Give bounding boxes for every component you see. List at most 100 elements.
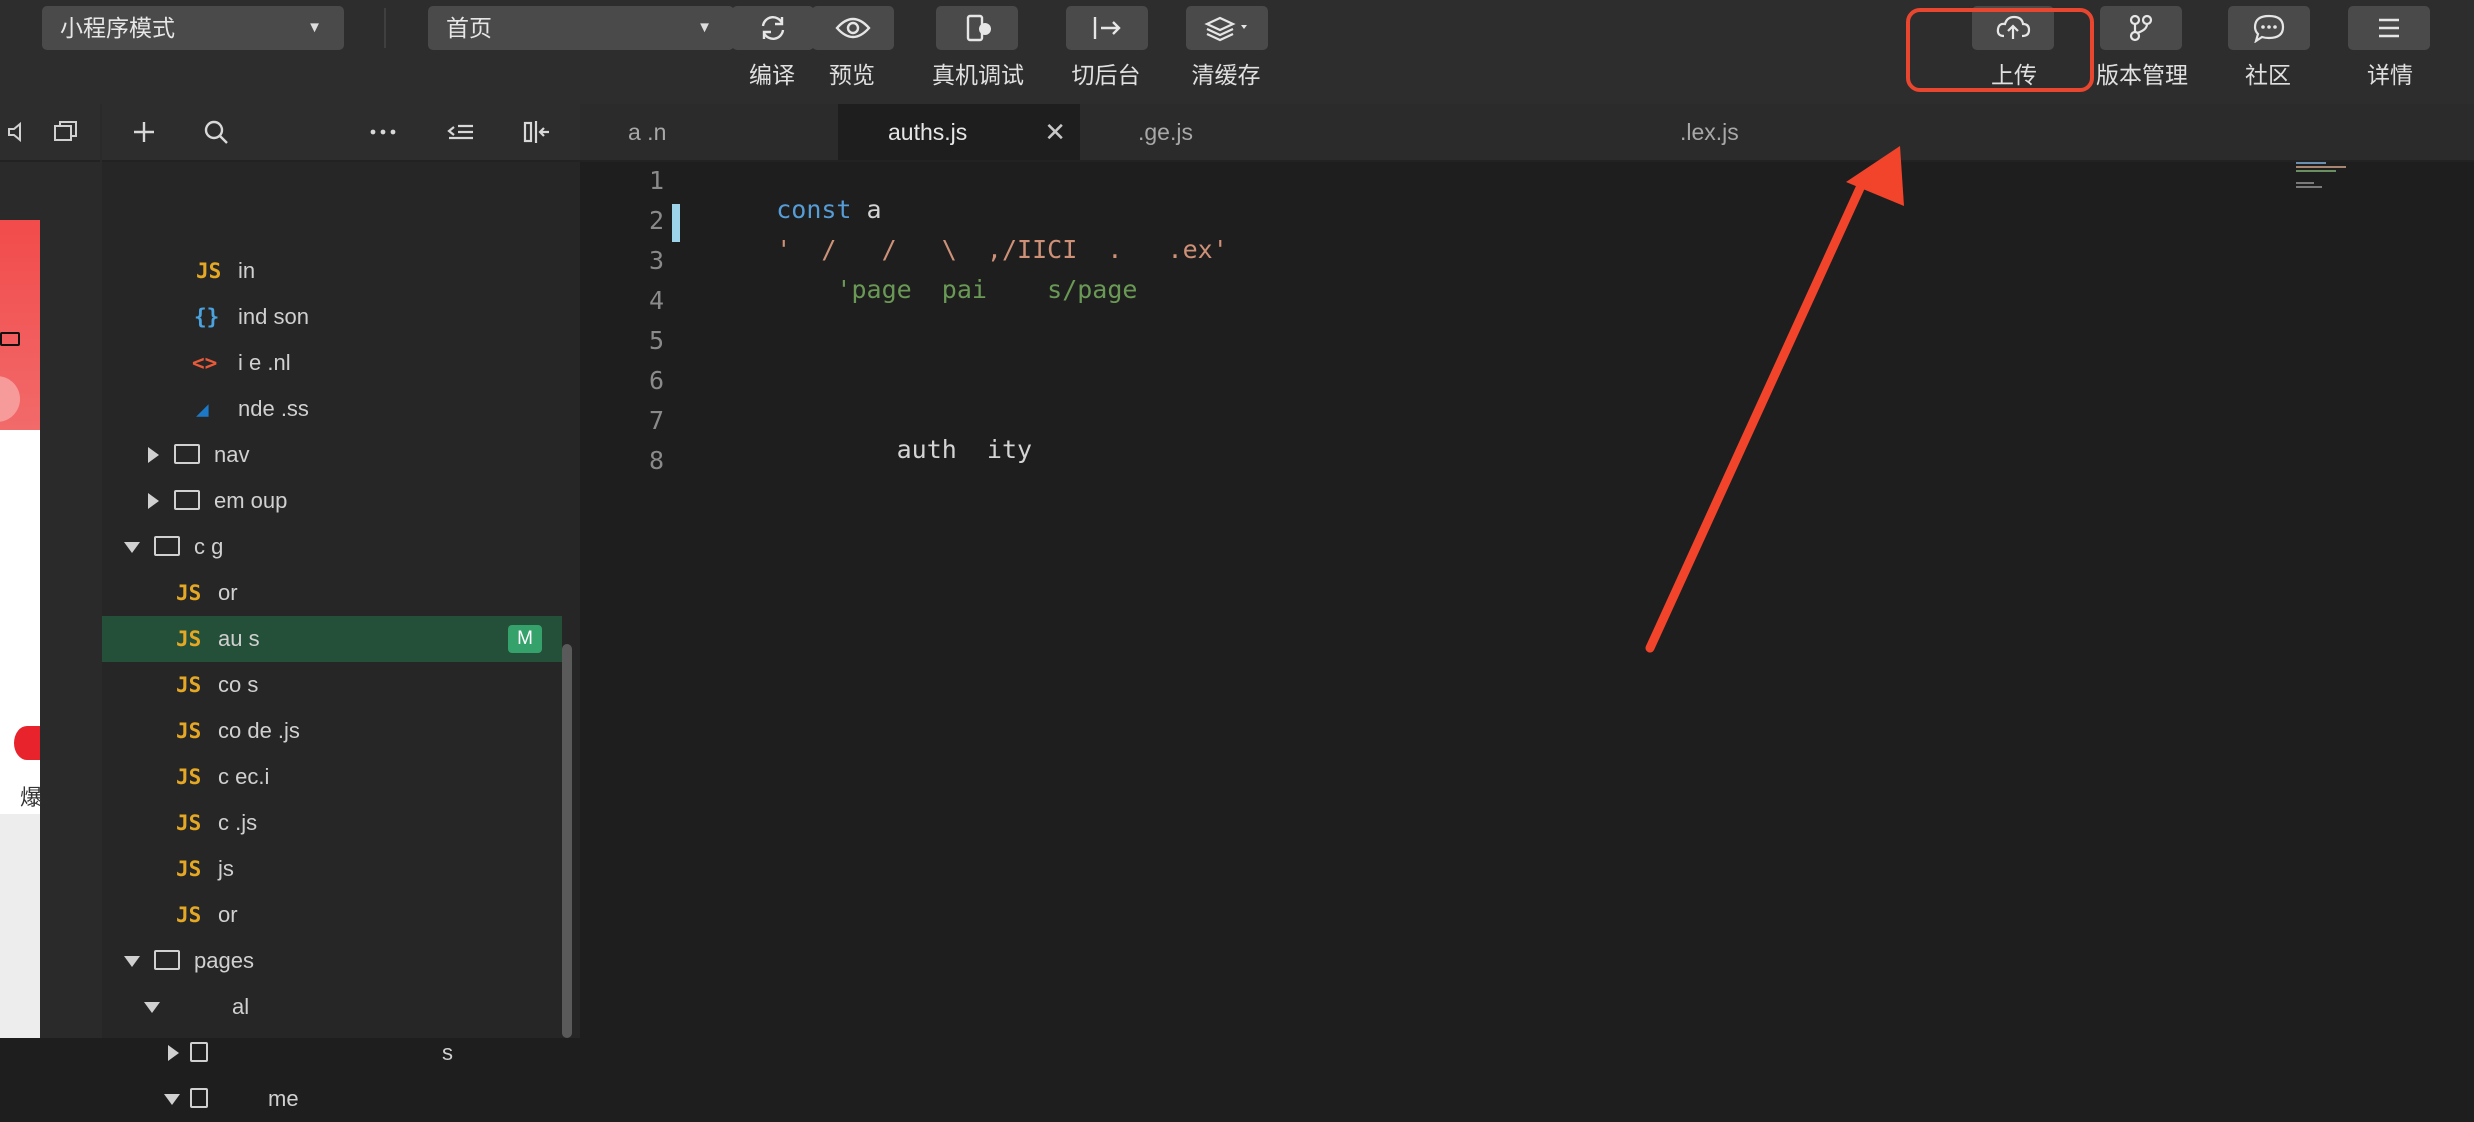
file-label: or <box>218 902 238 927</box>
js-file-icon: JS <box>176 673 202 697</box>
tab-label: auths.js <box>888 119 968 145</box>
editor-tab[interactable]: a .n <box>610 104 770 160</box>
folder-open-icon <box>154 950 180 970</box>
tree-folder[interactable]: s <box>102 1030 562 1076</box>
tree-file-js[interactable]: JS c ec.i <box>102 754 562 800</box>
chevron-down-icon: ▼ <box>697 19 712 36</box>
editor-tab[interactable]: .ge.js <box>1120 104 1380 160</box>
code-text: auth ity <box>776 435 1033 464</box>
explorer-scrollbar[interactable] <box>562 644 572 1038</box>
code-string: 'page pai s/page <box>776 275 1138 304</box>
tree-file-js[interactable]: JS c .js <box>102 800 562 846</box>
phone-screen[interactable]: 爆 <box>0 220 42 1038</box>
tree-file-js[interactable]: JS or <box>102 570 562 616</box>
close-icon[interactable]: ✕ <box>1044 104 1066 160</box>
line-number: 8 <box>648 446 664 475</box>
layers-icon <box>1204 16 1247 42</box>
folder-label: pages <box>194 948 254 973</box>
json-file-icon: {} <box>194 305 220 329</box>
window-icon[interactable] <box>52 120 78 144</box>
code-line[interactable]: 'page pai s/page <box>716 246 1137 333</box>
folder-icon <box>190 1042 208 1062</box>
file-label: co de .js <box>218 718 300 743</box>
page-select-value: 首页 <box>446 15 492 41</box>
switch-background-icon <box>1093 17 1121 39</box>
battery-icon <box>0 332 20 346</box>
branch-icon <box>2129 14 2153 42</box>
js-file-icon: JS <box>176 627 202 651</box>
line-number: 3 <box>648 246 664 275</box>
folder-label: al <box>232 994 250 1019</box>
tree-folder-open[interactable]: al <box>102 984 562 1030</box>
editor-tab[interactable] <box>1388 104 1498 160</box>
refresh-icon <box>761 16 785 40</box>
editor-tab[interactable]: .lex.js <box>1662 104 1922 160</box>
community-label: 社区 <box>2245 62 2291 88</box>
js-file-icon: JS <box>176 903 202 927</box>
tree-file-wxml[interactable]: <> i e .nl <box>102 340 562 386</box>
chevron-down-icon <box>164 1094 180 1105</box>
editor-tab[interactable] <box>1498 104 1658 160</box>
folder-label: s <box>442 1040 453 1065</box>
mode-select[interactable]: 小程序模式 ▼ <box>42 6 344 50</box>
compile-button[interactable] <box>732 6 814 50</box>
js-file-icon: JS <box>176 581 202 605</box>
folder-icon <box>174 444 200 464</box>
tree-file-js[interactable]: JS in <box>102 248 562 294</box>
tree-file-js[interactable]: JS co s <box>102 662 562 708</box>
phone-footer <box>0 814 40 1038</box>
tree-file-js[interactable]: JS co de .js <box>102 708 562 754</box>
community-button[interactable] <box>2228 6 2310 50</box>
file-label: c ec.i <box>218 764 270 789</box>
outdent-icon[interactable] <box>446 118 476 146</box>
tree-folder[interactable]: nav <box>102 432 562 478</box>
code-line[interactable]: auth ity <box>716 406 1032 493</box>
file-label: ind son <box>238 304 309 329</box>
preview-label: 预览 <box>829 62 875 88</box>
editor-tab-active[interactable]: auths.js ✕ <box>838 104 1080 160</box>
line-number: 7 <box>648 406 664 435</box>
bug-phone-icon <box>966 14 991 42</box>
tree-file-wxss[interactable]: ◢ nde .ss <box>102 386 562 432</box>
tree-file-js[interactable]: JS or <box>102 892 562 938</box>
plus-icon[interactable] <box>130 118 158 146</box>
tree-folder[interactable]: em oup <box>102 478 562 524</box>
tree-folder-open[interactable]: c g <box>102 524 562 570</box>
js-file-icon: JS <box>196 259 222 283</box>
background-button[interactable] <box>1066 6 1148 50</box>
collapse-panel-icon[interactable] <box>522 118 552 146</box>
tree-folder-open[interactable]: pages <box>102 938 562 984</box>
folder-icon <box>174 490 200 510</box>
red-badge <box>14 726 40 760</box>
chevron-down-icon <box>124 542 140 553</box>
chevron-right-icon <box>148 447 159 463</box>
remote-debug-label: 真机调试 <box>932 62 1024 88</box>
folder-label: c g <box>194 534 224 559</box>
more-icon[interactable] <box>368 118 398 146</box>
code-minimap[interactable] <box>2294 160 2364 200</box>
folder-open-icon <box>190 1088 208 1108</box>
file-label: i e .nl <box>238 350 291 375</box>
folder-label: em oup <box>214 488 288 513</box>
upload-highlight-box <box>1906 8 2094 92</box>
tree-file-js-selected[interactable]: JS au s M <box>102 616 562 662</box>
tree-file-js[interactable]: JS js <box>102 846 562 892</box>
page-select[interactable]: 首页 ▼ <box>428 6 734 50</box>
line-number: 1 <box>648 166 664 195</box>
preview-button[interactable] <box>812 6 894 50</box>
chevron-down-icon <box>124 956 140 967</box>
current-line-marker <box>672 204 680 242</box>
tree-folder-open[interactable]: me <box>102 1076 562 1122</box>
chevron-down-icon <box>144 1002 160 1013</box>
details-button[interactable] <box>2348 6 2430 50</box>
speaker-icon[interactable] <box>6 120 28 144</box>
details-label: 详情 <box>2367 62 2413 88</box>
file-explorer: JS in {} ind son <> i e .nl ◢ nde .ss na… <box>102 104 582 1111</box>
remote-debug-button[interactable] <box>936 6 1018 50</box>
tree-file-json[interactable]: {} ind son <box>102 294 562 340</box>
version-button[interactable] <box>2100 6 2182 50</box>
clear-cache-button[interactable] <box>1186 6 1268 50</box>
search-icon[interactable] <box>202 118 230 146</box>
js-file-icon: JS <box>176 765 202 789</box>
top-toolbar: 小程序模式 ▼ 首页 ▼ 编译 预览 真机调试 切后台 清缓存 上传 版本管理 … <box>0 0 2474 106</box>
